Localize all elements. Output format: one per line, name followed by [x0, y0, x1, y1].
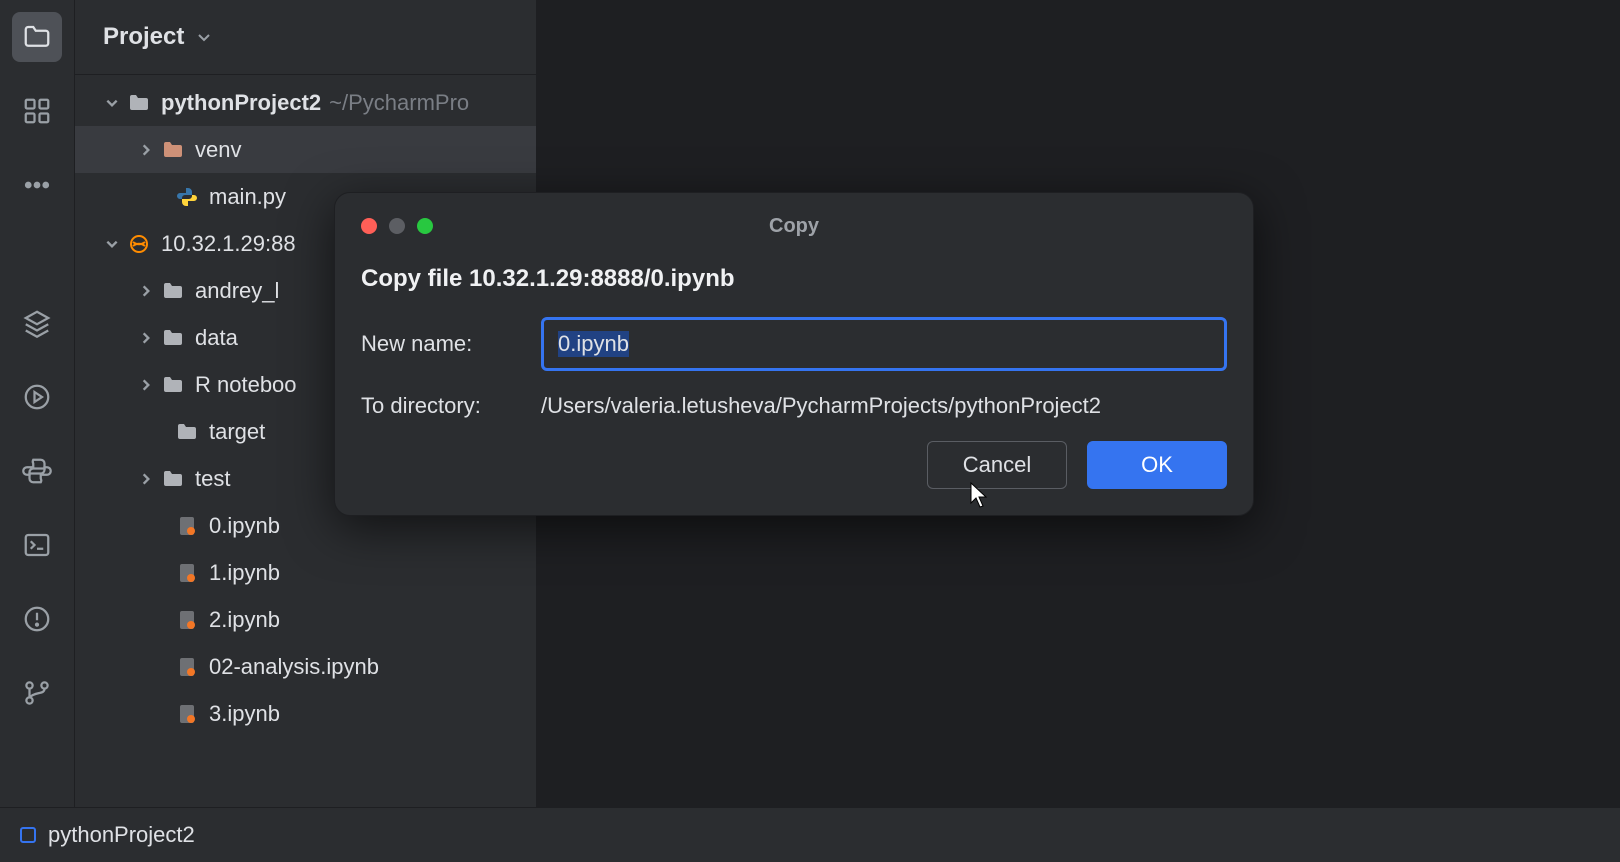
tree-root-path: ~/PycharmPro [329, 90, 469, 116]
tree-label: andrey_l [195, 278, 279, 304]
layers-icon [22, 308, 52, 338]
more-tool-button[interactable] [12, 160, 62, 210]
chevron-right-icon[interactable] [137, 376, 155, 394]
window-controls [361, 218, 433, 234]
tree-label: target [209, 419, 265, 445]
tree-label: 0.ipynb [209, 513, 280, 539]
copy-dialog: Copy Copy file 10.32.1.29:8888/0.ipynb N… [334, 192, 1254, 516]
ellipsis-icon [22, 170, 52, 200]
tree-label: R noteboo [195, 372, 297, 398]
tree-root[interactable]: pythonProject2 ~/PycharmPro [75, 79, 536, 126]
tree-root-label: pythonProject2 [161, 90, 321, 116]
git-branch-icon [22, 678, 52, 708]
jupyter-notebook-icon [175, 514, 199, 538]
project-tool-button[interactable] [12, 12, 62, 62]
structure-icon [22, 96, 52, 126]
minimize-window-button[interactable] [389, 218, 405, 234]
chevron-down-icon[interactable] [103, 94, 121, 112]
chevron-right-icon[interactable] [137, 470, 155, 488]
problems-tool-button[interactable] [12, 594, 62, 644]
tree-item-nb1[interactable]: 1.ipynb [75, 549, 536, 596]
tool-strip [0, 0, 75, 862]
tree-item-nb3[interactable]: 3.ipynb [75, 690, 536, 737]
new-name-row: New name: [361, 317, 1227, 371]
status-bar: pythonProject2 [0, 807, 1620, 862]
tree-label: venv [195, 137, 241, 163]
new-name-input[interactable] [541, 317, 1227, 371]
folder-icon [161, 326, 185, 350]
tree-label: 3.ipynb [209, 701, 280, 727]
status-project-name: pythonProject2 [48, 822, 195, 848]
chevron-right-icon[interactable] [137, 141, 155, 159]
vcs-tool-button[interactable] [12, 668, 62, 718]
terminal-tool-button[interactable] [12, 520, 62, 570]
jupyter-notebook-icon [175, 702, 199, 726]
cancel-button[interactable]: Cancel [927, 441, 1067, 489]
zoom-window-button[interactable] [417, 218, 433, 234]
sidebar-header[interactable]: Project [75, 0, 536, 75]
folder-icon [127, 91, 151, 115]
dialog-titlebar: Copy [361, 211, 1227, 241]
python-icon [22, 456, 52, 486]
tree-label: main.py [209, 184, 286, 210]
warning-circle-icon [22, 604, 52, 634]
close-window-button[interactable] [361, 218, 377, 234]
folder-icon [161, 138, 185, 162]
run-tool-button[interactable] [12, 372, 62, 422]
play-circle-icon [22, 382, 52, 412]
chevron-right-icon[interactable] [137, 282, 155, 300]
new-name-label: New name: [361, 331, 541, 357]
folder-icon [161, 373, 185, 397]
ok-button[interactable]: OK [1087, 441, 1227, 489]
python-console-tool-button[interactable] [12, 446, 62, 496]
tree-item-venv[interactable]: venv [75, 126, 536, 173]
tree-label: test [195, 466, 230, 492]
tree-label: 2.ipynb [209, 607, 280, 633]
folder-icon [175, 420, 199, 444]
jupyter-notebook-icon [175, 561, 199, 585]
tree-label: data [195, 325, 238, 351]
terminal-icon [22, 530, 52, 560]
structure-tool-button[interactable] [12, 86, 62, 136]
to-directory-value: /Users/valeria.letusheva/PycharmProjects… [541, 393, 1101, 419]
chevron-right-icon[interactable] [137, 329, 155, 347]
dialog-heading: Copy file 10.32.1.29:8888/0.ipynb [361, 265, 1227, 293]
to-directory-row: To directory: /Users/valeria.letusheva/P… [361, 393, 1227, 419]
chevron-down-icon[interactable] [103, 235, 121, 253]
tree-label: 10.32.1.29:88 [161, 231, 296, 257]
status-module-icon [20, 827, 36, 843]
folder-icon [22, 22, 52, 52]
layers-tool-button[interactable] [12, 298, 62, 348]
tree-label: 1.ipynb [209, 560, 280, 586]
python-file-icon [175, 185, 199, 209]
to-directory-label: To directory: [361, 393, 541, 419]
dialog-title: Copy [769, 215, 819, 238]
folder-icon [161, 467, 185, 491]
jupyter-server-icon [127, 232, 151, 256]
sidebar-title: Project [103, 23, 184, 51]
tree-item-nb2[interactable]: 2.ipynb [75, 596, 536, 643]
dialog-button-row: Cancel OK [361, 441, 1227, 489]
tree-label: 02-analysis.ipynb [209, 654, 379, 680]
chevron-down-icon [196, 29, 212, 45]
folder-icon [161, 279, 185, 303]
jupyter-notebook-icon [175, 608, 199, 632]
tree-item-nb02a[interactable]: 02-analysis.ipynb [75, 643, 536, 690]
jupyter-notebook-icon [175, 655, 199, 679]
